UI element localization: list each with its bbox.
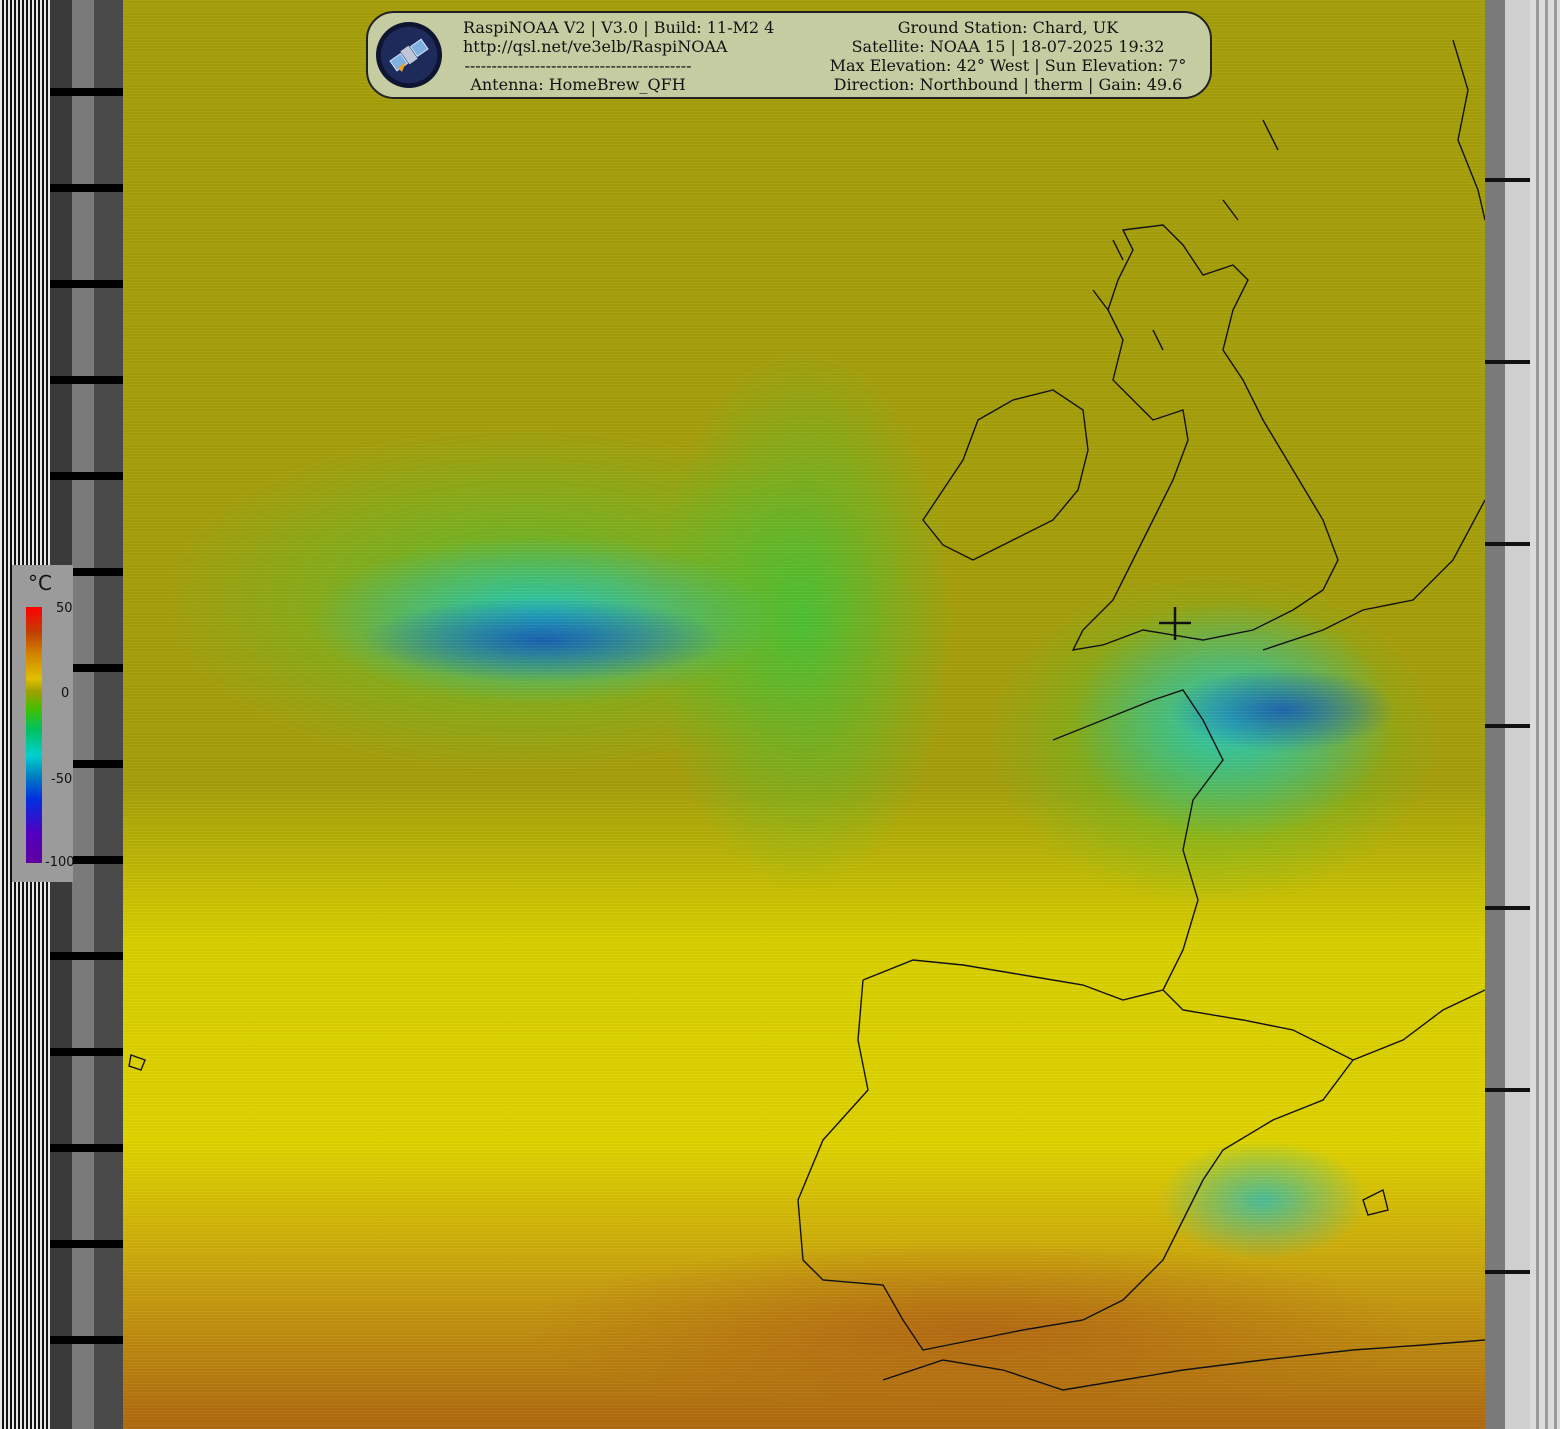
coastline-scotland-islands <box>1092 119 1279 351</box>
legend-label-0: 0 <box>61 686 70 701</box>
sync-strip-right <box>1530 0 1560 1429</box>
thermal-satellite-image <box>123 0 1485 1429</box>
legend-label-minus-50: -50 <box>51 772 73 787</box>
coastline-balearic <box>1362 1188 1389 1216</box>
coastline-norway <box>1452 39 1485 221</box>
coastline-ireland <box>922 389 1089 561</box>
elevation-info: Max Elevation: 42° West | Sun Elevation:… <box>829 56 1187 75</box>
coastline-iberia <box>797 959 1354 1351</box>
coastline-island-west <box>128 1054 146 1071</box>
coastline-france <box>1052 689 1485 1061</box>
crosshair-icon <box>1159 607 1191 640</box>
coastline-benelux <box>1262 499 1485 651</box>
antenna-info: Antenna: HomeBrew_QFH <box>470 75 686 94</box>
software-version: RaspiNOAA V2 | V3.0 | Build: 11-M2 4 <box>463 18 775 37</box>
legend-label-minus-100: -100 <box>45 855 75 870</box>
legend-unit: °C <box>28 571 52 595</box>
separator-line: ----------------------------------------… <box>464 56 692 75</box>
software-link[interactable]: http://qsl.net/ve3elb/RaspiNOAA <box>463 37 727 56</box>
temperature-legend: °C 50 0 -50 -100 <box>12 565 75 882</box>
coastline-overlay <box>128 39 1485 1391</box>
station-software-info: RaspiNOAA V2 | V3.0 | Build: 11-M2 4 htt… <box>463 18 775 94</box>
satellite-and-time: Satellite: NOAA 15 | 18-07-2025 19:32 <box>851 37 1165 56</box>
pass-details: Ground Station: Chard, UK Satellite: NOA… <box>823 18 1193 94</box>
direction-gain-info: Direction: Northbound | therm | Gain: 49… <box>833 75 1183 94</box>
ground-station: Ground Station: Chard, UK <box>897 18 1119 37</box>
legend-color-bar <box>26 607 42 863</box>
legend-label-50: 50 <box>56 601 73 616</box>
satellite-icon <box>376 22 442 88</box>
pass-info-box: RaspiNOAA V2 | V3.0 | Build: 11-M2 4 htt… <box>366 11 1212 99</box>
coastline-north-africa <box>882 1339 1485 1391</box>
telemetry-strip-right <box>1485 0 1530 1429</box>
coastline-great-britain <box>1071 224 1339 651</box>
